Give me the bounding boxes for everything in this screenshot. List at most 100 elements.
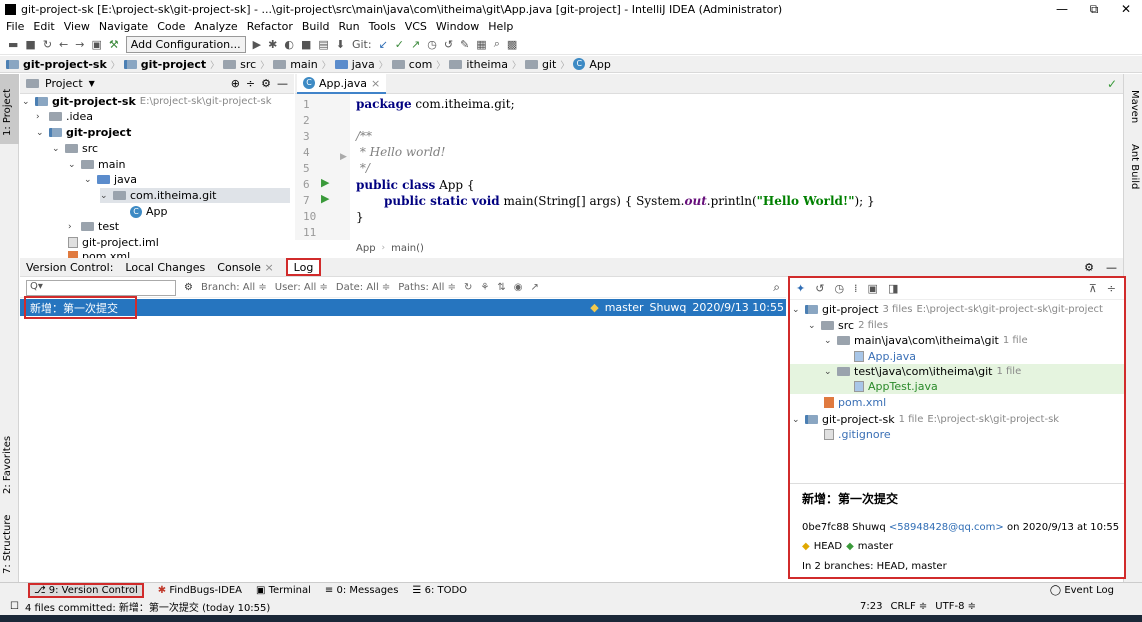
tree-node[interactable]: ⌄ git-project-sk 1 file E:\project-sk\git-p…	[792, 412, 1059, 427]
diff-icon[interactable]: ✦	[796, 282, 805, 295]
chevron-down-icon[interactable]: ⌄	[792, 415, 801, 425]
tree-node[interactable]: ⌄ src	[52, 141, 98, 156]
git-update-icon[interactable]: ↙	[379, 38, 388, 51]
stop-icon[interactable]: ■	[301, 38, 311, 51]
nav-item-src[interactable]: src	[240, 58, 256, 71]
hide-icon[interactable]: —	[277, 77, 288, 90]
status-square-icon[interactable]: ☐	[10, 601, 19, 612]
menu-file[interactable]: File	[6, 20, 24, 33]
chevron-down-icon[interactable]: ⌄	[100, 191, 109, 201]
run-main-icon[interactable]: ▶	[321, 192, 329, 205]
log-search-input[interactable]: Q▾	[26, 279, 176, 296]
hide-icon[interactable]: —	[1106, 261, 1117, 274]
messages-tool-button[interactable]: ≡ 0: Messages	[325, 585, 399, 596]
nav-item-git-project[interactable]: git-project	[141, 58, 206, 71]
menu-code[interactable]: Code	[157, 20, 185, 33]
tree-node[interactable]: › test	[68, 219, 119, 234]
tree-node[interactable]: ⌄ src 2 files	[808, 318, 888, 333]
run-class-icon[interactable]: ▶	[321, 176, 329, 189]
collapse-all-icon[interactable]: ÷	[1107, 282, 1116, 295]
menu-window[interactable]: Window	[436, 20, 479, 33]
run-icon[interactable]: ▶	[253, 38, 261, 51]
menu-tools[interactable]: Tools	[369, 20, 396, 33]
tree-node[interactable]: .gitignore	[824, 427, 891, 442]
breadcrumb-class[interactable]: App	[356, 243, 376, 254]
menu-view[interactable]: View	[64, 20, 90, 33]
tree-node[interactable]: ⌄ git-project 3 files E:\project-sk\git-pro…	[792, 302, 1103, 317]
git-rollback-icon[interactable]: ↺	[444, 38, 453, 51]
project-tool-button[interactable]: 1: Project	[2, 89, 13, 136]
project-view-selector[interactable]: Project	[45, 77, 83, 90]
tree-node[interactable]: C App	[130, 204, 168, 219]
tree-node[interactable]: App.java	[854, 349, 916, 364]
code-editor[interactable]: package com.itheima.git; /** * Hello wor…	[350, 94, 1120, 240]
chevron-right-icon[interactable]: ›	[68, 222, 77, 232]
terminal-tool-button[interactable]: ▣ Terminal	[256, 585, 311, 596]
close-icon[interactable]: ×	[264, 261, 273, 274]
save-icon[interactable]: ■	[25, 38, 35, 51]
git-history-icon[interactable]: ◷	[427, 38, 437, 51]
nav-item-app[interactable]: App	[589, 58, 611, 71]
tree-node[interactable]: pom.xml	[824, 395, 886, 410]
nav-item-git-project-sk[interactable]: git-project-sk	[23, 58, 107, 71]
tree-node[interactable]: › .idea	[36, 109, 93, 124]
tab-console[interactable]: Console ×	[217, 261, 273, 274]
cherry-pick-icon[interactable]: ⚘	[480, 282, 489, 293]
git-push-icon[interactable]: ↗	[411, 38, 420, 51]
close-button[interactable]: ✕	[1110, 0, 1142, 18]
history-icon[interactable]: ◷	[834, 282, 844, 295]
build-hammer-icon[interactable]: ⚒	[109, 38, 119, 51]
nav-item-com[interactable]: com	[409, 58, 433, 71]
breadcrumb-method[interactable]: main()	[391, 243, 424, 254]
findbugs-tool-button[interactable]: ✱ FindBugs-IDEA	[158, 585, 242, 596]
gear-icon[interactable]: ⚙	[1084, 261, 1094, 274]
menu-edit[interactable]: Edit	[33, 20, 54, 33]
minimize-button[interactable]: —	[1046, 0, 1078, 18]
maven-tool-button[interactable]: Maven	[1129, 90, 1140, 123]
tree-node[interactable]: ⌄ main	[68, 157, 125, 172]
back-icon[interactable]: ←	[59, 38, 68, 51]
user-filter[interactable]: User: All ≑	[275, 282, 328, 293]
tree-node[interactable]: ⌄ main\java\com\itheima\git 1 file	[824, 333, 1028, 348]
coverage-icon[interactable]: ◐	[284, 38, 294, 51]
details-email-link[interactable]: <58948428@qq.com>	[889, 522, 1004, 533]
menu-refactor[interactable]: Refactor	[247, 20, 293, 33]
file-encoding[interactable]: UTF-8 ≑	[935, 601, 976, 612]
chevron-right-icon[interactable]: ›	[36, 112, 45, 122]
tab-log[interactable]: Log	[285, 258, 322, 276]
chevron-down-icon[interactable]: ⌄	[22, 97, 31, 107]
tree-node[interactable]: AppTest.java	[790, 379, 1124, 394]
project-structure-icon[interactable]: ▤	[318, 38, 328, 51]
forward-icon[interactable]: →	[75, 38, 84, 51]
menu-navigate[interactable]: Navigate	[99, 20, 148, 33]
nav-item-java[interactable]: java	[352, 58, 375, 71]
debug-icon[interactable]: ✱	[268, 38, 277, 51]
gear-icon[interactable]: ⚙	[261, 77, 271, 90]
branch-filter[interactable]: Branch: All ≑	[201, 282, 267, 293]
tree-node[interactable]: ⌄ java	[84, 172, 137, 187]
search-everywhere-icon[interactable]: ⌕	[494, 37, 500, 51]
sdk-icon[interactable]: ⬇	[336, 38, 345, 51]
chevron-down-icon[interactable]: ⌄	[68, 160, 77, 170]
sync-icon[interactable]: ↻	[43, 38, 52, 51]
chevron-down-icon[interactable]: ⌄	[52, 144, 61, 154]
search-icon[interactable]: ⌕	[773, 280, 780, 295]
sort-icon[interactable]: ⇅	[497, 282, 505, 293]
chevron-down-icon[interactable]: ⌄	[808, 321, 817, 331]
tree-node[interactable]: git-project.iml	[68, 235, 159, 250]
chevron-down-icon[interactable]: ⌄	[84, 175, 93, 185]
locate-icon[interactable]: ⊕	[231, 77, 240, 90]
group-icon[interactable]: ⁞	[854, 282, 858, 295]
revert-icon[interactable]: ↺	[815, 282, 824, 295]
todo-tool-button[interactable]: ☰ 6: TODO	[412, 585, 467, 596]
version-control-tool-button[interactable]: ⎇ 9: Version Control	[28, 583, 144, 598]
date-filter[interactable]: Date: All ≑	[336, 282, 390, 293]
chevron-down-icon[interactable]: ⌄	[36, 128, 45, 138]
chevron-down-icon[interactable]: ⌄	[792, 305, 801, 315]
close-icon[interactable]: ×	[371, 77, 380, 90]
tree-node[interactable]: pom.xml	[68, 249, 130, 258]
structure-icon[interactable]: ▣	[91, 38, 101, 51]
chevron-down-icon[interactable]: ⌄	[824, 336, 833, 346]
project-settings-icon[interactable]: ▦	[476, 38, 486, 51]
filter-settings-icon[interactable]: ⚙	[184, 282, 193, 293]
